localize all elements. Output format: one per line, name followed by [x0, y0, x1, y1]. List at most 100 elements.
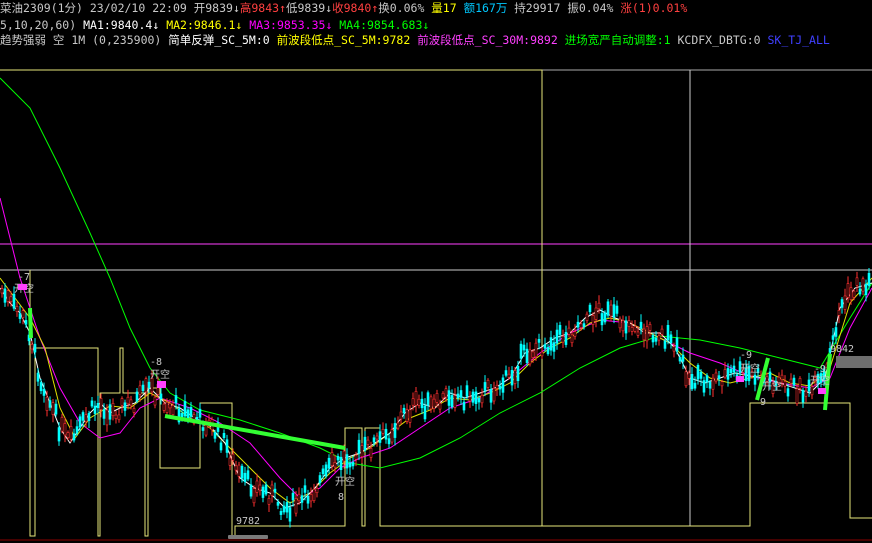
- candle-body: [783, 381, 787, 387]
- candle-body: [324, 464, 328, 477]
- candle-body: [255, 480, 259, 493]
- candle-body: [717, 375, 721, 380]
- candle-body: [609, 304, 613, 317]
- candle-body: [495, 384, 499, 389]
- candle-body: [60, 417, 64, 432]
- candle-body: [600, 313, 604, 326]
- candle-body: [729, 368, 733, 374]
- candle-body: [798, 378, 802, 389]
- candle-body: [723, 369, 727, 378]
- candle-body: [105, 409, 109, 426]
- candle-body: [246, 470, 250, 480]
- candle-body: [618, 318, 622, 329]
- signal-green-bar-1: [28, 307, 33, 339]
- candle-body: [633, 325, 637, 332]
- candle-body: [768, 371, 772, 383]
- candle-body: [780, 374, 784, 380]
- candle-body: [474, 391, 478, 404]
- candle-body: [441, 392, 445, 399]
- candle-body: [654, 337, 658, 342]
- candle-body: [282, 505, 286, 513]
- candle-body: [651, 335, 655, 343]
- candle-body: [843, 295, 847, 310]
- candle-body: [537, 338, 541, 343]
- candle-body: [45, 396, 49, 411]
- candle-body: [648, 324, 652, 331]
- candle-body: [801, 390, 805, 403]
- candle-body: [12, 293, 16, 309]
- candle-body: [123, 402, 127, 411]
- candle-body: [339, 456, 343, 470]
- candle-body: [525, 348, 529, 363]
- candle-body: [594, 307, 598, 320]
- candle-body: [642, 328, 646, 341]
- candle-body: [804, 390, 808, 397]
- candle-body: [369, 447, 373, 458]
- kai-kong-label-4: 开空: [740, 362, 760, 375]
- candle-body: [669, 334, 673, 344]
- candle-body: [714, 372, 718, 382]
- candle-body: [249, 484, 253, 497]
- row1-segment: 涨(1)0.01%: [620, 1, 688, 15]
- row1-segment: 持29917: [514, 1, 568, 15]
- candle-body: [147, 381, 151, 389]
- signal-label-9: 9: [760, 397, 766, 408]
- row1-segment: 额167万: [463, 1, 515, 15]
- candle-body: [39, 382, 43, 392]
- row1-segment: 菜油2309(1分) 23/02/10 22:09: [0, 1, 194, 15]
- candle-body: [408, 409, 412, 423]
- row3-segment: 简单反弹_SC_5M:0: [168, 33, 277, 47]
- candle-body: [306, 495, 310, 504]
- candle-body: [456, 393, 460, 399]
- scrollbar-thumb[interactable]: [228, 535, 268, 539]
- candle-body: [33, 343, 37, 353]
- candle-body: [462, 401, 466, 411]
- candle-body: [75, 426, 79, 434]
- candle-body: [606, 301, 610, 316]
- candle-body: [114, 414, 118, 419]
- candle-body: [84, 414, 88, 422]
- candle-body: [378, 431, 382, 443]
- candle-body: [564, 332, 568, 345]
- candle-body: [117, 414, 121, 421]
- candle-body: [696, 364, 700, 380]
- candle-body: [687, 372, 691, 379]
- candle-body: [447, 390, 451, 406]
- candle-body: [864, 283, 868, 296]
- candle-body: [363, 436, 367, 451]
- candle-body: [108, 404, 112, 420]
- candle-body: [552, 342, 556, 352]
- candle-body: [213, 432, 217, 439]
- candle-body: [426, 392, 430, 406]
- candle-body: [834, 327, 838, 337]
- candle-body: [63, 423, 67, 436]
- row1-segment: 换0.06%: [378, 1, 432, 15]
- candle-body: [477, 397, 481, 403]
- candle-body: [309, 494, 313, 502]
- candle-body: [861, 278, 865, 292]
- candle-body: [435, 393, 439, 403]
- candle-body: [396, 422, 400, 429]
- signal-label-minus7: -7: [18, 272, 30, 283]
- candle-body: [546, 347, 550, 355]
- candle-body: [375, 435, 379, 440]
- candle-body: [513, 370, 517, 384]
- candle-body: [432, 398, 436, 409]
- row2-segment: MA1:9840.4↓: [83, 18, 167, 32]
- row3-segment: 前波段低点_SC_30M:9892: [417, 33, 565, 47]
- candle-body: [480, 394, 484, 404]
- candle-body: [252, 488, 256, 504]
- candle-body: [204, 424, 208, 436]
- candle-body: [291, 492, 295, 501]
- candle-body: [708, 381, 712, 389]
- candle-body: [534, 342, 538, 358]
- candle-body: [849, 287, 853, 300]
- candle-body: [102, 409, 106, 419]
- ma2-line: [0, 277, 872, 504]
- kline-chart[interactable]: 9842 -7 开空 -8 开空 开空 8 -9 开空 开空 9 -9 开空 9…: [0, 48, 872, 543]
- candle-body: [489, 389, 493, 403]
- candle-body: [132, 408, 136, 413]
- candle-body: [414, 391, 418, 406]
- candle-body: [141, 384, 145, 392]
- candle-body: [6, 290, 10, 302]
